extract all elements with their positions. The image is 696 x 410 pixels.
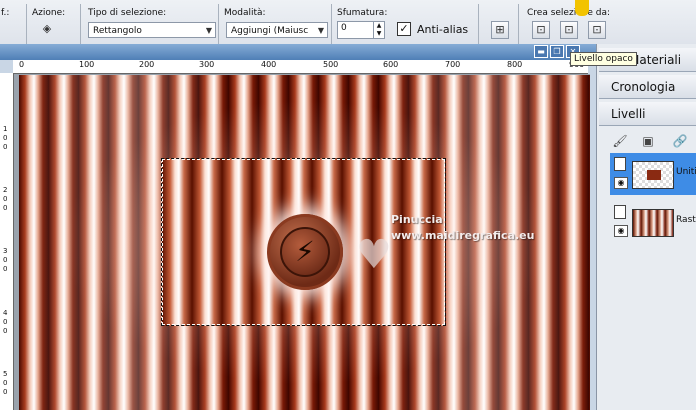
image-canvas[interactable]: ⚡ ♥ Pinuccia www.maidiregrafica.eu: [19, 75, 590, 410]
tipo-selezione-dropdown[interactable]: Rettangolo ▼: [88, 22, 216, 38]
ruler-tick-label: 0: [3, 204, 8, 212]
ruler-tick-label: 0: [3, 318, 8, 326]
eye-icon[interactable]: ◉: [614, 177, 628, 189]
ruler-tick-label: 0: [3, 327, 8, 335]
toolbar-divider: [80, 4, 81, 44]
ruler-tick-label: 0: [3, 265, 8, 273]
ruler-tick-label: 300: [199, 60, 215, 69]
link-icon[interactable]: 🔗: [672, 133, 688, 149]
layer-type-icon: [614, 205, 626, 219]
toolbar-divider: [26, 4, 27, 44]
sfumatura-stepper[interactable]: 0 ▲ ▼: [337, 21, 385, 39]
toolbar-divider: [518, 4, 519, 44]
brush-icon[interactable]: 🖌: [612, 133, 628, 149]
watermark-url: www.maidiregrafica.eu: [391, 229, 535, 242]
layer-type-icon: [614, 157, 626, 171]
ruler-tick-label: 400: [261, 60, 277, 69]
toolbar-divider: [478, 4, 479, 44]
eye-icon[interactable]: ◉: [614, 225, 628, 237]
layer-name: Uniti: [676, 167, 696, 177]
layer-item-raster[interactable]: ◉ Raster: [610, 201, 696, 243]
stepper-up-icon[interactable]: ▲: [373, 22, 384, 30]
ruler-tick-label: 200: [139, 60, 155, 69]
lightning-medallion: ⚡: [267, 214, 343, 290]
toolbar-divider: [218, 4, 219, 44]
tab-cronologia[interactable]: Cronologia: [599, 75, 696, 99]
layer-name: Raster: [676, 215, 696, 225]
azione-label: Azione:: [32, 8, 66, 18]
crea-selezione-label: Crea selezione da:: [527, 8, 611, 18]
chevron-down-icon: ▼: [205, 26, 212, 35]
modalita-value: Aggiungi (Maiusc: [231, 26, 309, 36]
ruler-tick-label: 500: [323, 60, 339, 69]
ruler-tick-label: 100: [79, 60, 95, 69]
cursor-pointer-icon: [575, 0, 589, 16]
layer-thumbnail: [632, 161, 674, 189]
ruler-tick-label: 3: [3, 247, 8, 255]
ruler-tick-label: 0: [3, 256, 8, 264]
ruler-tick-label: 0: [3, 195, 8, 203]
modalita-label: Modalità:: [224, 8, 266, 18]
ruler-tick-label: 0: [3, 143, 8, 151]
toolbar-divider: [331, 4, 332, 44]
ruler-tick-label: 0: [3, 134, 8, 142]
horizontal-ruler: 0 100 200 300 400 500 600 700 800 900: [13, 60, 588, 74]
ruler-tick-label: 0: [3, 379, 8, 387]
tooltip: Livello opaco: [570, 52, 637, 66]
thumbnail-content: [647, 170, 661, 180]
stepper-down-icon[interactable]: ▼: [373, 30, 384, 38]
tool-options-bar: f.: Azione: ◈ Tipo di selezione: Rettang…: [0, 0, 696, 49]
image-window-titlebar[interactable]: ▬ ❐ ✕: [0, 44, 596, 60]
layer-item-uniti[interactable]: ◉ Uniti: [610, 153, 696, 195]
opaque-layer-icon[interactable]: ⊡: [560, 21, 578, 39]
tipo-selezione-label: Tipo di selezione:: [88, 8, 167, 18]
ruler-tick-label: 800: [507, 60, 523, 69]
ruler-tick-label: 4: [3, 309, 8, 317]
ruler-tick-label: 1: [3, 125, 8, 133]
action-icon[interactable]: ◈: [38, 21, 56, 39]
vertical-ruler: 1 0 0 2 0 0 3 0 0 4 0 0 5 0 0: [0, 73, 14, 410]
ruler-tick-label: 700: [445, 60, 461, 69]
ruler-tick-label: 2: [3, 186, 8, 194]
minimize-icon[interactable]: ▬: [534, 45, 548, 58]
antialias-checkbox[interactable]: ✓: [397, 22, 411, 36]
truncated-label: f.:: [1, 8, 10, 18]
new-layer-icon[interactable]: ▣: [640, 133, 656, 149]
ruler-tick-label: 5: [3, 370, 8, 378]
sfumatura-value: 0: [341, 23, 347, 33]
layer-thumbnail: [632, 209, 674, 237]
ruler-tick-label: 600: [383, 60, 399, 69]
lightning-bolt-icon: ⚡: [280, 227, 330, 277]
antialias-label: Anti-alias: [417, 23, 469, 36]
current-layer-icon[interactable]: ⊡: [588, 21, 606, 39]
watermark-name: Pinuccia: [391, 213, 443, 226]
sfumatura-label: Sfumatura:: [337, 8, 388, 18]
watermark: Pinuccia www.maidiregrafica.eu: [391, 213, 534, 242]
select-all-layers-icon[interactable]: ⊡: [532, 21, 550, 39]
ruler-tick-label: 0: [3, 388, 8, 396]
selection-options-icon[interactable]: ⊞: [491, 21, 509, 39]
modalita-dropdown[interactable]: Aggiungi (Maiusc ▼: [226, 22, 328, 38]
restore-icon[interactable]: ❐: [550, 45, 564, 58]
chevron-down-icon: ▼: [317, 26, 324, 35]
tipo-selezione-value: Rettangolo: [93, 26, 142, 36]
tab-livelli[interactable]: Livelli: [599, 102, 696, 126]
ruler-tick-label: 0: [19, 60, 25, 69]
